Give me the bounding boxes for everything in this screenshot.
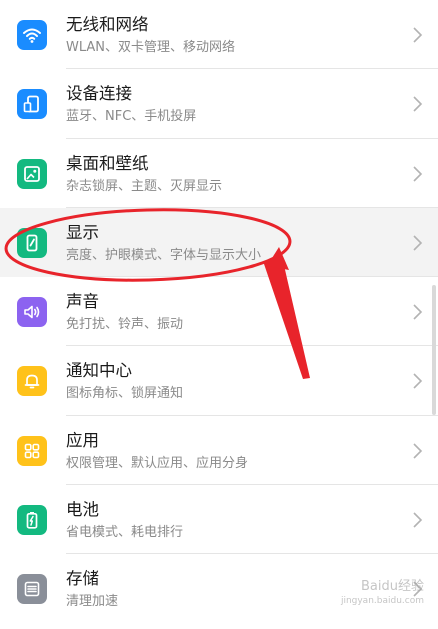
bell-icon [17, 366, 47, 397]
settings-item-subtitle: 权限管理、默认应用、应用分身 [66, 455, 249, 471]
settings-item-subtitle: WLAN、双卡管理、移动网络 [66, 40, 236, 55]
settings-item-subtitle: 亮度、护眼模式、字体与显示大小 [66, 247, 262, 263]
battery-icon [17, 505, 47, 536]
settings-item-notifications[interactable]: 通知中心 图标角标、锁屏通知 [0, 346, 438, 416]
settings-item-title: 通知中心 [66, 361, 132, 381]
watermark-subtext: jingyan.baidu.com [340, 596, 424, 606]
chevron-right-icon [412, 26, 424, 44]
storage-icon [17, 574, 47, 605]
settings-item-subtitle: 蓝牙、NFC、手机投屏 [66, 109, 197, 125]
display-icon [17, 227, 47, 258]
settings-item-device-connection[interactable]: 设备连接 蓝牙、NFC、手机投屏 [0, 69, 438, 139]
settings-item-wireless-network[interactable]: 无线和网络 WLAN、双卡管理、移动网络 [0, 0, 438, 70]
settings-item-battery[interactable]: 电池 省电模式、耗电排行 [0, 485, 438, 555]
settings-item-apps[interactable]: 应用 权限管理、默认应用、应用分身 [0, 415, 438, 486]
sound-icon [17, 297, 47, 328]
settings-item-title: 声音 [66, 292, 99, 312]
scrollbar[interactable] [432, 285, 436, 415]
chevron-right-icon [412, 234, 424, 252]
watermark: Baidu经验 jingyan.baidu.com [341, 579, 424, 609]
settings-screen: 无线和网络 WLAN、双卡管理、移动网络 设备连接 蓝牙、NFC、手机投屏 桌面… [0, 0, 438, 629]
device-connection-icon [17, 89, 47, 120]
watermark-text: Baidu经验 [361, 579, 424, 594]
settings-item-wallpaper[interactable]: 桌面和壁纸 杂志锁屏、主题、灭屏显示 [0, 138, 438, 208]
chevron-right-icon [412, 372, 424, 390]
chevron-right-icon [412, 95, 424, 113]
wallpaper-icon [17, 158, 47, 189]
chevron-right-icon [412, 165, 424, 183]
chevron-right-icon [412, 303, 424, 321]
settings-item-title: 电池 [66, 500, 99, 520]
settings-item-title: 存储 [66, 569, 99, 589]
settings-item-title: 桌面和壁纸 [66, 153, 149, 173]
settings-item-title: 应用 [66, 430, 99, 450]
apps-grid-icon [17, 435, 47, 466]
settings-item-subtitle: 清理加速 [66, 594, 119, 610]
settings-item-subtitle: 省电模式、耗电排行 [66, 525, 184, 541]
chevron-right-icon [412, 442, 424, 460]
chevron-right-icon [412, 511, 424, 529]
settings-item-title: 设备连接 [66, 84, 132, 104]
settings-item-subtitle: 免打扰、铃声、振动 [66, 317, 184, 333]
settings-item-title: 显示 [66, 222, 99, 242]
settings-item-title: 无线和网络 [66, 15, 149, 34]
wifi-icon [17, 20, 47, 50]
settings-item-display[interactable]: 显示 亮度、护眼模式、字体与显示大小 [0, 207, 438, 278]
settings-item-subtitle: 图标角标、锁屏通知 [66, 386, 184, 402]
settings-list: 无线和网络 WLAN、双卡管理、移动网络 设备连接 蓝牙、NFC、手机投屏 桌面… [0, 0, 438, 624]
settings-item-sound[interactable]: 声音 免打扰、铃声、振动 [0, 277, 438, 347]
settings-item-subtitle: 杂志锁屏、主题、灭屏显示 [66, 178, 223, 194]
